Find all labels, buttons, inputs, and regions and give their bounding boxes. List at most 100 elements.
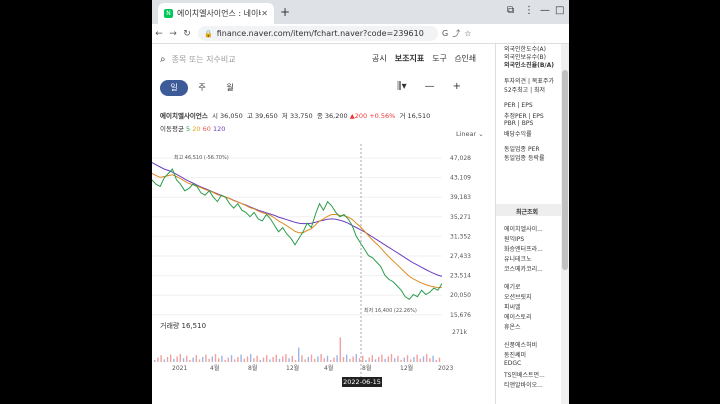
low-label: 저 [281, 112, 288, 120]
right-sidebar: 외국인한도수(A) 외국인보유수(B) 외국인소진율(B/A) 투자의견 | 목… [495, 44, 569, 404]
volume-bar [349, 358, 351, 362]
recent-item[interactable]: 에기로 [504, 282, 521, 291]
volume-bar [381, 354, 383, 362]
volume-bar [282, 356, 284, 362]
volume-bar [269, 359, 271, 362]
volume-bar [221, 355, 223, 362]
tab-daily[interactable]: 일 [160, 80, 188, 96]
y-tick-label: 35,271 [450, 214, 471, 221]
recent-item[interactable]: 동진쎄미 [504, 350, 526, 359]
maximize-icon[interactable]: □ [555, 5, 564, 16]
tab-monthly[interactable]: 월 [216, 80, 244, 96]
recent-item[interactable]: 원익IPS [504, 234, 524, 243]
scrollbar-thumb[interactable] [562, 70, 568, 270]
volume-bar [170, 354, 172, 362]
low-value: 33,750 [289, 112, 313, 120]
forward-icon[interactable]: → [166, 29, 180, 39]
close-tab-icon[interactable]: ✕ [261, 9, 268, 18]
tab-weekly[interactable]: 주 [188, 80, 216, 96]
volume-bar [163, 359, 165, 362]
side-text-10: 동일업종 PER [504, 146, 540, 153]
tools-link[interactable]: 도구 [432, 53, 447, 64]
zoom-in-icon[interactable]: + [453, 81, 461, 92]
menu-dots-icon[interactable]: ⋮ [524, 5, 534, 16]
x-tick-label: 2023 [438, 365, 453, 372]
omnibox[interactable]: 🔒 finance.naver.com/item/fchart.naver?co… [198, 26, 438, 41]
volume-bar [195, 355, 197, 362]
scale-select[interactable]: Linear ⌄ [456, 130, 484, 138]
volume-bar [173, 358, 175, 362]
recent-item[interactable]: 오션브릿지 [504, 292, 532, 301]
volume-bar [317, 356, 319, 362]
volume-bar [262, 357, 265, 362]
max-annotation: 최고 46,510 (-56.70%) [174, 154, 229, 161]
volume-bar [320, 354, 322, 362]
x-tick-label: 12월 [286, 364, 299, 372]
volume-bar [307, 357, 309, 362]
volume-bar [246, 356, 249, 362]
recent-item[interactable]: 티앤알바이오... [504, 380, 543, 389]
disclosure-link[interactable]: 공시 [372, 53, 387, 64]
volume-bar [198, 359, 201, 362]
reload-icon[interactable]: ↻ [180, 29, 194, 39]
recent-item[interactable]: 화승엔터프라... [504, 244, 543, 253]
ma-label: 이동평균 [160, 125, 184, 133]
indicators-link[interactable]: 보조지표 [395, 53, 424, 64]
volume-bar [275, 354, 277, 362]
recent-item[interactable]: 코스메카코리... [504, 264, 543, 273]
side-text-9: 배당수익률 [504, 131, 532, 138]
browser-tab[interactable]: N 에이치엘사이언스 : 네이버 증권 ✕ [158, 3, 274, 24]
y-tick-label: 43,109 [450, 175, 471, 182]
ma120-line [152, 162, 443, 277]
volume-bar [291, 355, 293, 362]
y-tick-label: 47,028 [450, 155, 471, 162]
x-tick-label: 8월 [248, 364, 257, 372]
extensions-icon[interactable]: ⧉ [507, 5, 514, 16]
lock-icon: 🔒 [204, 29, 213, 38]
toolbar-links: 공시 보조지표 도구 ⎙인쇄 [372, 53, 476, 64]
recent-item[interactable]: 피씨엘 [504, 302, 521, 311]
scale-mode-label: Linear [456, 130, 477, 138]
chevron-down-icon: ⌄ [478, 130, 484, 138]
recent-item[interactable]: 에이치엘사이... [504, 224, 543, 233]
recent-item[interactable]: 에이스토리 [504, 312, 532, 321]
volume-bar [230, 355, 233, 362]
volume-bar [176, 356, 178, 362]
recent-item[interactable]: EDGC [504, 360, 521, 367]
print-link[interactable]: ⎙인쇄 [455, 53, 476, 64]
star-icon[interactable]: ☆ [464, 29, 471, 38]
price-chart[interactable]: 47,028 43,109 39,183 35,271 31,352 27,433 23,5… [152, 144, 495, 404]
volume-bar [218, 358, 220, 362]
volume-bar [342, 357, 345, 362]
volume-bar [298, 347, 300, 362]
compare-search[interactable]: ⌕ 종목 또는 지수비교 [160, 52, 360, 66]
google-icon[interactable]: G [442, 29, 448, 38]
volume-bar [387, 356, 389, 362]
volume-bar [288, 358, 290, 362]
new-tab-icon[interactable]: + [280, 5, 290, 19]
side-text-8: PBR | BPS [504, 120, 534, 127]
volume-bar [333, 357, 335, 362]
volume-bar [160, 355, 162, 362]
recent-item[interactable]: 유니테크노 [504, 254, 532, 263]
zoom-out-icon[interactable]: — [425, 81, 435, 92]
minimize-icon[interactable]: — [540, 5, 550, 16]
moving-average-legend: 이동평균 5 20 60 120 [160, 123, 225, 133]
back-icon[interactable]: ← [152, 29, 166, 39]
volume-bar [243, 358, 245, 362]
volume-bar [384, 358, 386, 362]
ma20-legend: 20 [192, 125, 201, 133]
candle-type-icon[interactable]: ⫼▾ [397, 81, 407, 92]
volume-bar [416, 354, 418, 362]
price-info: 에이치엘사이언스 시 36,050 고 39,650 저 33,750 종 36… [160, 110, 430, 120]
recent-item[interactable]: 휴온스 [504, 322, 521, 331]
recent-item[interactable]: TS인베스트먼... [504, 370, 545, 379]
x-tick-label: 8월 [362, 364, 371, 372]
share-icon[interactable]: ⤴ [452, 28, 460, 39]
volume-bar [368, 357, 370, 362]
volume-bar [422, 356, 425, 362]
volume-bar [394, 358, 396, 362]
volume-bar [202, 357, 204, 362]
volume-bar [272, 357, 274, 362]
recent-item[interactable]: 신풍에스허비 [504, 340, 537, 349]
